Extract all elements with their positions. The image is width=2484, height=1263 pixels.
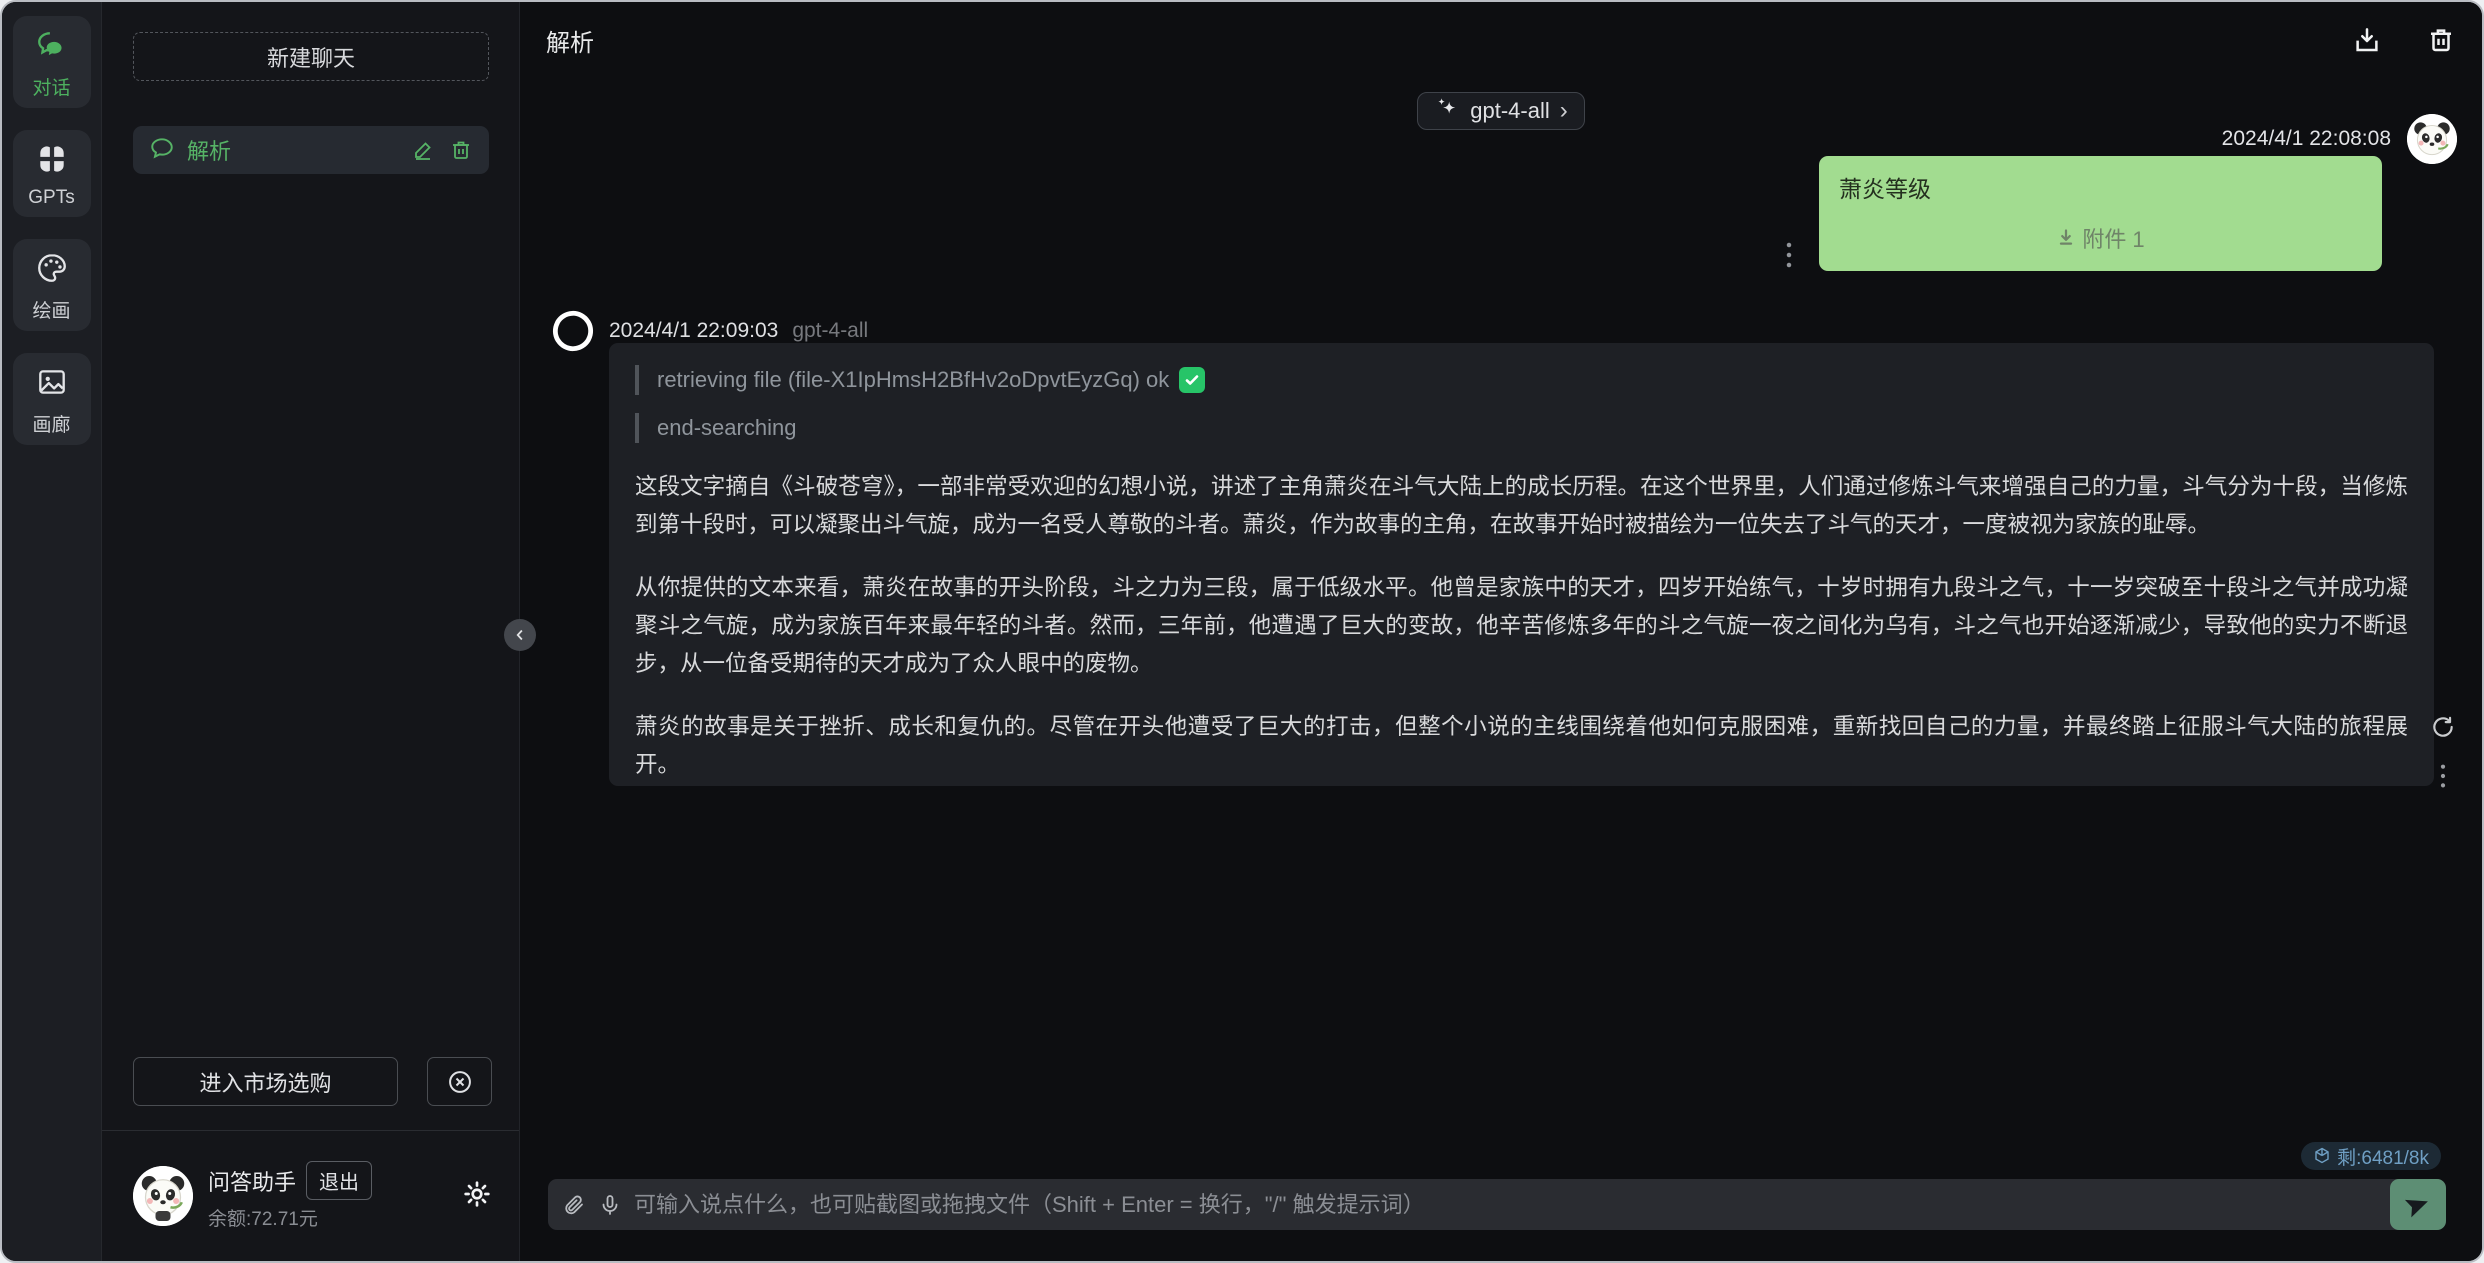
logout-button[interactable]: 退出 (306, 1161, 372, 1200)
new-chat-button[interactable]: 新建聊天 (133, 32, 489, 81)
user-message-text: 萧炎等级 (1839, 170, 2362, 204)
chevron-left-icon (511, 626, 529, 644)
chat-list-item[interactable]: 解析 (133, 126, 489, 174)
message-menu-icon[interactable] (2438, 762, 2448, 790)
send-plane-icon (2400, 1187, 2436, 1223)
assistant-paragraph: 从你提供的文本来看，萧炎在故事的开头阶段，斗之力为三段，属于低级水平。他曾是家族… (635, 569, 2408, 683)
assistant-paragraph: 萧炎的故事是关于挫折、成长和复仇的。尽管在开头他遭受了巨大的打击，但整个小说的主… (635, 708, 2408, 784)
app-window: 对话 GPTs (0, 0, 2484, 1263)
token-cube-icon (2313, 1147, 2331, 1165)
user-message-timestamp: 2024/4/1 22:08:08 (2222, 127, 2391, 151)
gpts-grid-icon (35, 142, 69, 181)
user-account-row: 问答助手 退出 余额:72.71元 (133, 1161, 493, 1231)
delete-chat-header-icon[interactable] (2426, 25, 2456, 55)
settings-gear-icon[interactable] (461, 1178, 493, 1215)
tool-status-line: retrieving file (file-X1IpHmsH2BfHv2oDpv… (635, 365, 2408, 395)
palette-icon (35, 251, 69, 290)
chat-bubble-icon (149, 135, 175, 166)
nav-item-draw[interactable]: 绘画 (13, 239, 91, 331)
user-message-menu-icon[interactable] (1778, 240, 1800, 275)
model-name: gpt-4-all (1470, 98, 1549, 124)
nav-item-gallery[interactable]: 画廊 (13, 353, 91, 445)
nav-item-draw-label: 绘画 (32, 296, 70, 323)
user-avatar[interactable] (133, 1166, 193, 1226)
nav-item-gpts-label: GPTs (28, 187, 74, 209)
assistant-paragraph: 这段文字摘自《斗破苍穹》，一部非常受欢迎的幻想小说，讲述了主角萧炎在斗气大陆上的… (635, 468, 2408, 544)
gallery-icon (35, 365, 69, 404)
chat-item-title: 解析 (187, 134, 397, 166)
delete-chat-icon[interactable] (449, 138, 473, 162)
nav-item-chat[interactable]: 对话 (13, 16, 91, 108)
assistant-timestamp: 2024/4/1 22:09:03 (609, 319, 778, 343)
nav-item-gpts[interactable]: GPTs (13, 130, 91, 217)
sparkles-icon (1434, 95, 1460, 127)
user-message-avatar (2407, 114, 2457, 164)
main-panel: 解析 (520, 2, 2482, 1261)
message-input[interactable] (634, 1192, 2390, 1218)
close-circle-button[interactable] (427, 1057, 492, 1106)
download-chat-icon[interactable] (2352, 25, 2382, 55)
collapse-sidebar-button[interactable] (504, 619, 536, 651)
nav-item-gallery-label: 画廊 (32, 410, 70, 437)
user-balance: 余额:72.71元 (208, 1204, 453, 1231)
model-selector[interactable]: gpt-4-all › (1417, 92, 1584, 130)
microphone-icon[interactable] (598, 1193, 622, 1217)
openai-logo-icon (548, 306, 598, 356)
model-pill-row: gpt-4-all › (520, 92, 2482, 130)
edit-chat-icon[interactable] (411, 138, 435, 162)
tokens-remaining-badge: 剩:6481/8k (2301, 1142, 2441, 1170)
send-button[interactable] (2390, 1179, 2446, 1230)
user-name: 问答助手 (208, 1165, 296, 1197)
assistant-actions (2430, 714, 2456, 790)
sidebar-divider (102, 1130, 519, 1131)
check-icon (1179, 367, 1205, 393)
market-button[interactable]: 进入市场选购 (133, 1057, 398, 1106)
regenerate-icon[interactable] (2430, 714, 2456, 740)
attachment-link[interactable]: 附件 1 (1839, 222, 2362, 254)
attach-file-icon[interactable] (562, 1193, 586, 1217)
sidebar: 新建聊天 解析 进入市场选购 (102, 2, 520, 1261)
circle-x-icon (446, 1068, 474, 1096)
user-message-bubble: 萧炎等级 附件 1 (1819, 156, 2382, 271)
composer (548, 1179, 2446, 1230)
nav-item-chat-label: 对话 (32, 73, 70, 100)
nav-rail: 对话 GPTs (2, 2, 102, 1261)
market-row: 进入市场选购 (133, 1057, 493, 1106)
main-header: 解析 (520, 2, 2482, 78)
assistant-model-label: gpt-4-all (792, 319, 868, 343)
chevron-right-icon: › (1560, 97, 1568, 125)
attachment-download-icon (2056, 228, 2076, 248)
assistant-message: 2024/4/1 22:09:03 gpt-4-all retrieving f… (548, 306, 2373, 786)
chat-bubbles-icon (35, 28, 69, 67)
page-title: 解析 (546, 23, 594, 58)
assistant-message-card: retrieving file (file-X1IpHmsH2BfHv2oDpv… (609, 343, 2434, 786)
tool-status-line: end-searching (635, 413, 2408, 443)
